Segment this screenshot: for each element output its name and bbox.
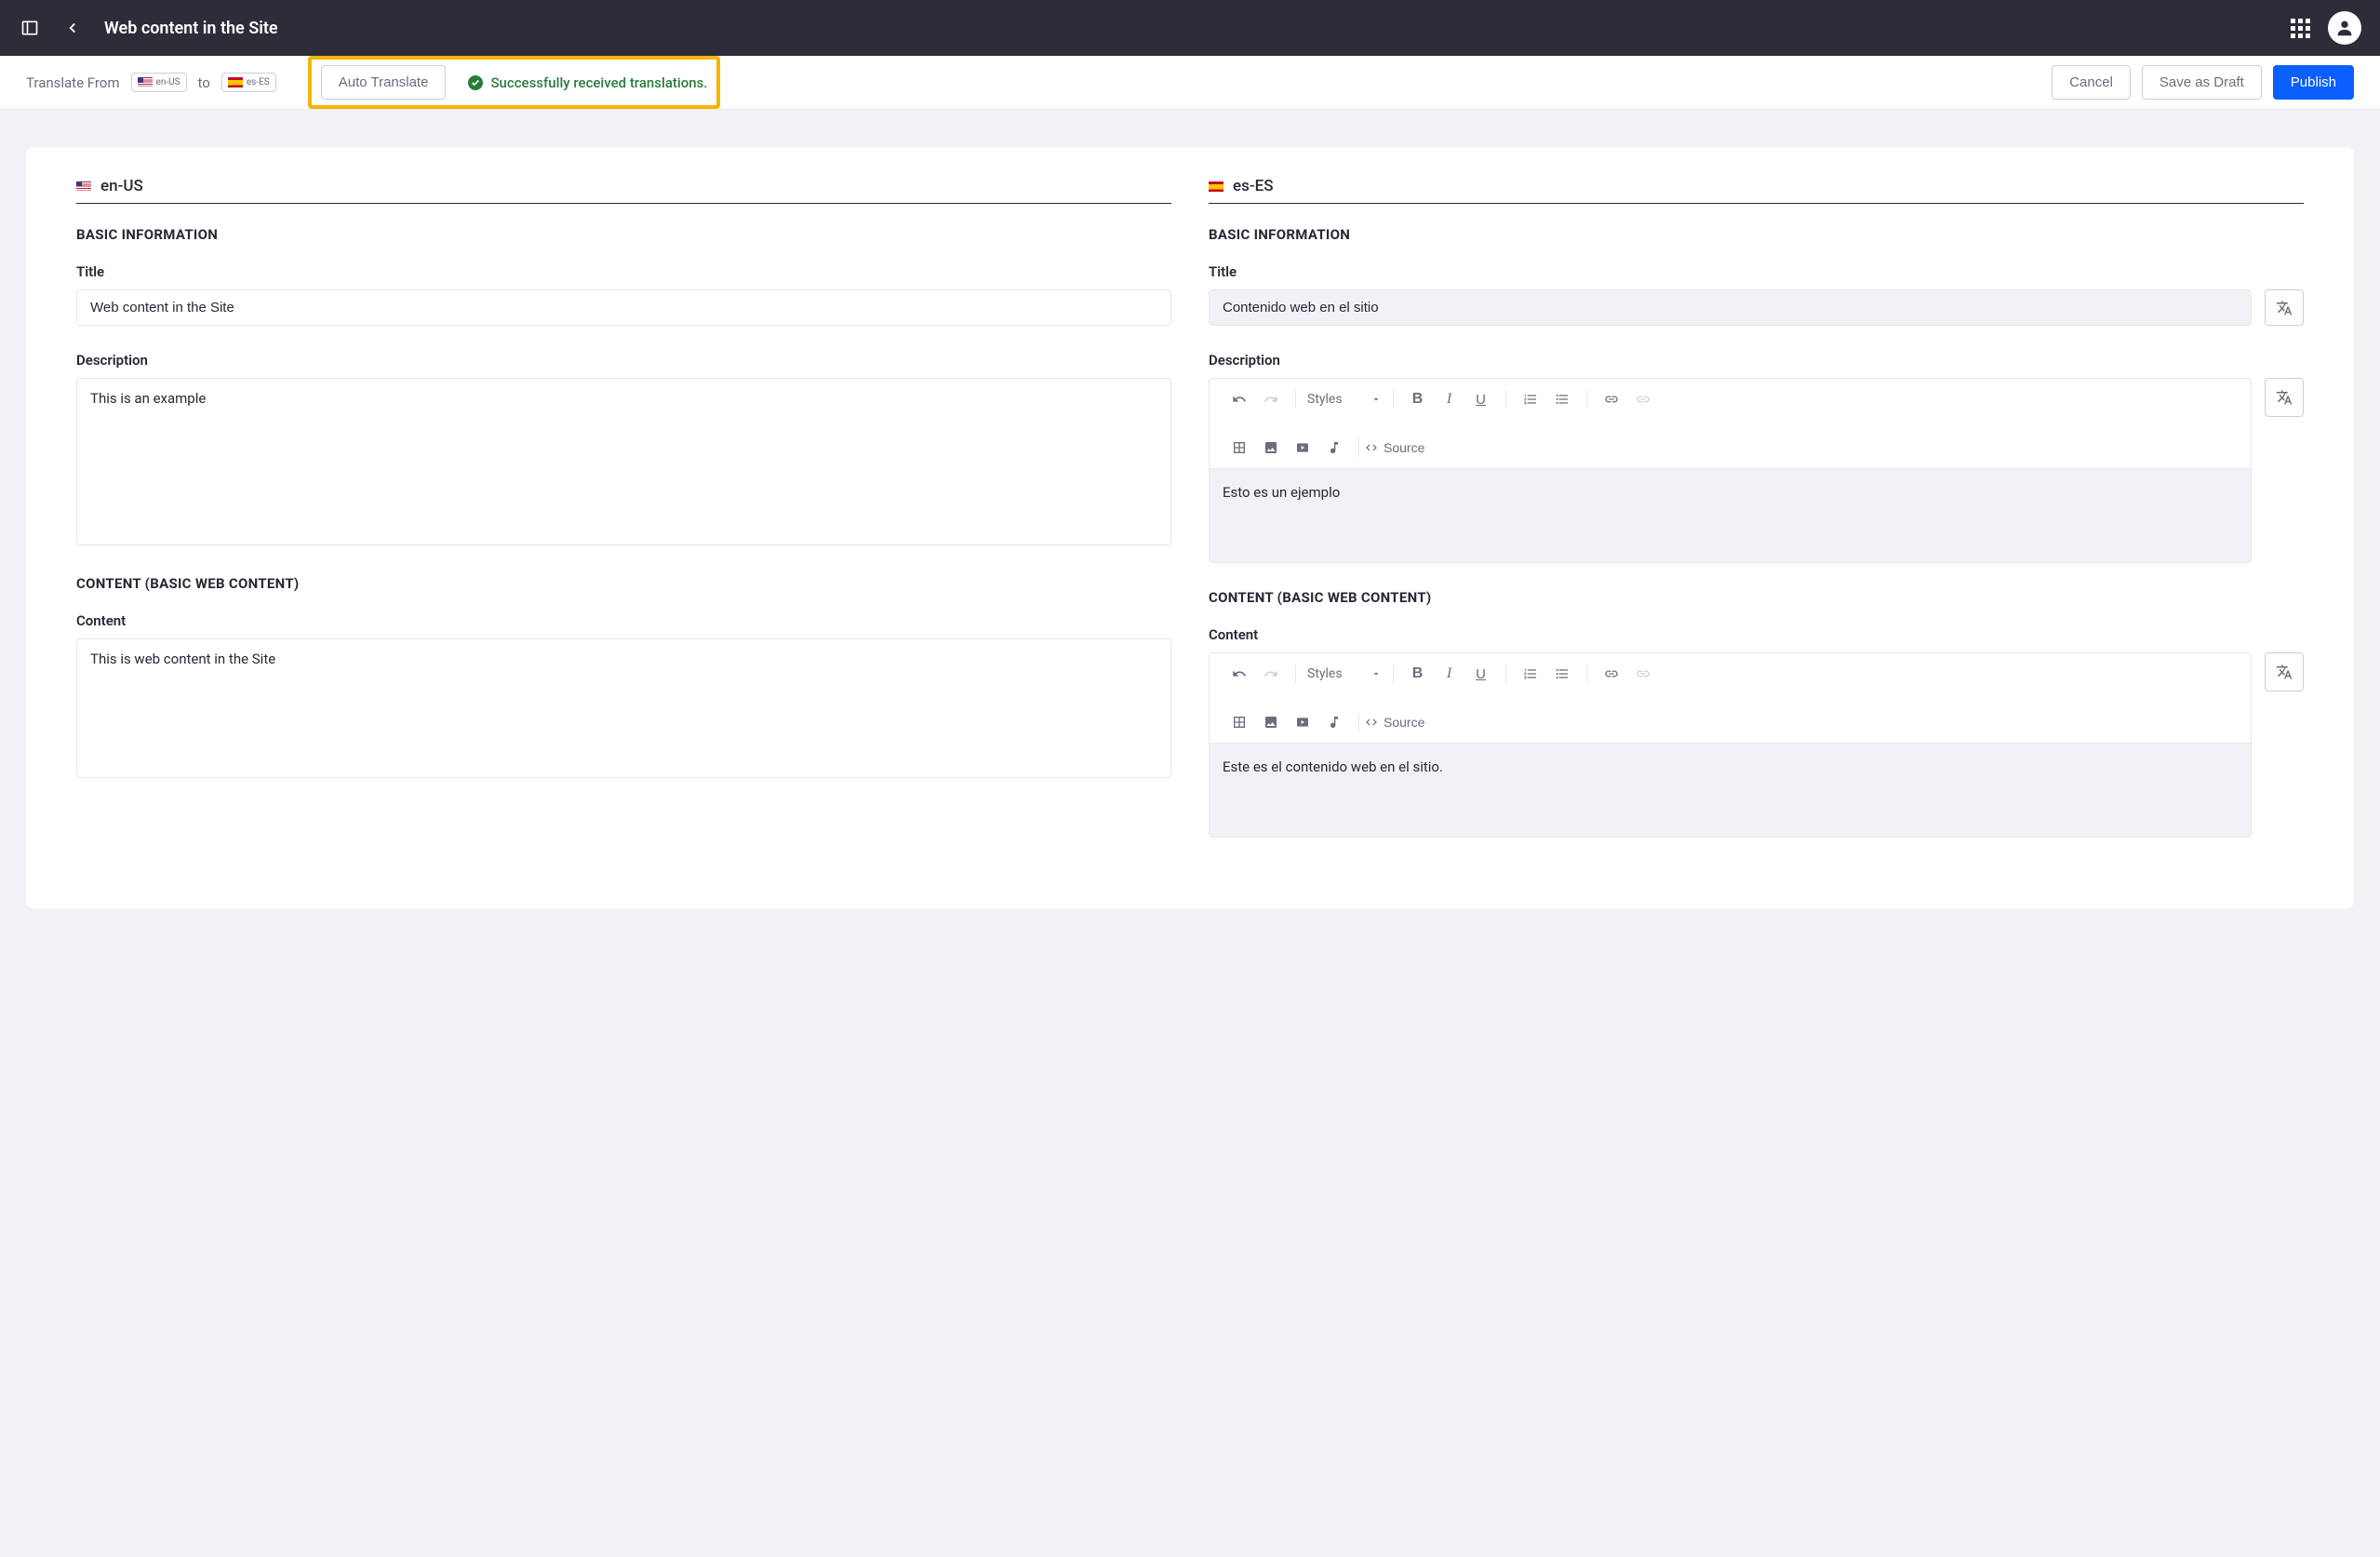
target-locale-chip[interactable]: es-ES: [221, 73, 276, 92]
code-icon: [1365, 441, 1378, 454]
target-column: es-ES BASIC INFORMATION Title Descriptio…: [1209, 177, 2304, 864]
source-label: Source: [1384, 440, 1424, 455]
link-icon[interactable]: [1600, 663, 1623, 685]
back-icon[interactable]: [61, 17, 84, 39]
styles-dropdown[interactable]: Styles: [1302, 666, 1387, 681]
description-editor: Styles B I U: [1209, 378, 2252, 563]
panel-toggle-icon[interactable]: [19, 17, 41, 39]
to-label: to: [198, 74, 210, 91]
source-content-textarea: This is web content in the Site: [76, 638, 1171, 778]
avatar[interactable]: [2328, 11, 2361, 45]
success-message-text: Successfully received translations.: [490, 74, 707, 91]
source-label: Source: [1384, 715, 1424, 730]
bold-icon[interactable]: B: [1407, 388, 1429, 410]
ordered-list-icon[interactable]: [1519, 388, 1542, 410]
cancel-button[interactable]: Cancel: [2052, 65, 2131, 100]
unordered-list-icon[interactable]: [1551, 388, 1573, 410]
topbar: Web content in the Site: [0, 0, 2380, 56]
success-message: Successfully received translations.: [468, 74, 707, 91]
es-flag-icon: [1209, 181, 1223, 192]
redo-icon[interactable]: [1260, 663, 1282, 685]
target-title-input[interactable]: [1209, 289, 2252, 326]
target-locale-label: es-ES: [1233, 177, 1274, 195]
es-flag-icon: [228, 77, 243, 87]
field-label-title: Title: [1209, 263, 2304, 280]
auto-translate-button[interactable]: Auto Translate: [321, 65, 447, 100]
underline-icon[interactable]: U: [1470, 663, 1492, 685]
source-title-input: [76, 289, 1171, 326]
source-description-textarea: This is an example: [76, 378, 1171, 545]
target-column-header: es-ES: [1209, 177, 2304, 204]
bold-icon[interactable]: B: [1407, 663, 1429, 685]
field-label-title: Title: [76, 263, 1171, 280]
redo-icon[interactable]: [1260, 388, 1282, 410]
video-icon[interactable]: [1291, 711, 1314, 733]
translate-field-button[interactable]: [2265, 289, 2304, 326]
editor-toolbar: Styles B I U: [1210, 653, 2251, 744]
page-title: Web content in the Site: [104, 19, 278, 38]
unordered-list-icon[interactable]: [1551, 663, 1573, 685]
target-locale-text: es-ES: [247, 77, 270, 87]
translate-from-label: Translate From: [26, 74, 120, 91]
table-icon[interactable]: [1228, 436, 1250, 459]
description-editor-body[interactable]: Esto es un ejemplo: [1210, 469, 2251, 562]
check-circle-icon: [468, 75, 483, 90]
source-button[interactable]: Source: [1365, 715, 1424, 730]
link-icon[interactable]: [1600, 388, 1623, 410]
ordered-list-icon[interactable]: [1519, 663, 1542, 685]
field-label-content: Content: [1209, 626, 2304, 643]
source-column-header: en-US: [76, 177, 1171, 204]
section-title-basic-info: BASIC INFORMATION: [76, 226, 1171, 243]
section-title-content: CONTENT (BASIC WEB CONTENT): [76, 575, 1171, 592]
field-label-content: Content: [76, 612, 1171, 629]
auto-translate-highlight: Auto Translate Successfully received tra…: [308, 56, 721, 109]
field-label-description: Description: [1209, 352, 2304, 369]
source-column: en-US BASIC INFORMATION Title Descriptio…: [76, 177, 1171, 864]
video-icon[interactable]: [1291, 436, 1314, 459]
source-locale-label: en-US: [100, 177, 143, 195]
chevron-down-icon: [1371, 394, 1382, 405]
image-icon[interactable]: [1260, 711, 1282, 733]
undo-icon[interactable]: [1228, 388, 1250, 410]
content-editor-body[interactable]: Este es el contenido web en el sitio.: [1210, 744, 2251, 837]
styles-label: Styles: [1307, 392, 1343, 407]
toolbar: Translate From en-US to es-ES Auto Trans…: [0, 56, 2380, 110]
italic-icon[interactable]: I: [1438, 663, 1461, 685]
unlink-icon[interactable]: [1632, 663, 1654, 685]
table-icon[interactable]: [1228, 711, 1250, 733]
publish-button[interactable]: Publish: [2273, 65, 2354, 100]
field-label-description: Description: [76, 352, 1171, 369]
styles-dropdown[interactable]: Styles: [1302, 392, 1387, 407]
section-title-basic-info: BASIC INFORMATION: [1209, 226, 2304, 243]
content-editor: Styles B I U: [1209, 652, 2252, 838]
source-button[interactable]: Source: [1365, 440, 1424, 455]
save-draft-button[interactable]: Save as Draft: [2142, 65, 2262, 100]
audio-icon[interactable]: [1323, 711, 1345, 733]
us-flag-icon: [138, 77, 153, 87]
code-icon: [1365, 716, 1378, 729]
audio-icon[interactable]: [1323, 436, 1345, 459]
underline-icon[interactable]: U: [1470, 388, 1492, 410]
translate-field-button[interactable]: [2265, 652, 2304, 691]
us-flag-icon: [76, 181, 91, 192]
source-locale-chip[interactable]: en-US: [131, 73, 187, 92]
section-title-content: CONTENT (BASIC WEB CONTENT): [1209, 589, 2304, 606]
chevron-down-icon: [1371, 668, 1382, 679]
apps-icon[interactable]: [2289, 17, 2311, 39]
editor-toolbar: Styles B I U: [1210, 379, 2251, 469]
translation-panel: en-US BASIC INFORMATION Title Descriptio…: [26, 147, 2354, 908]
unlink-icon[interactable]: [1632, 388, 1654, 410]
image-icon[interactable]: [1260, 436, 1282, 459]
styles-label: Styles: [1307, 666, 1343, 681]
main: en-US BASIC INFORMATION Title Descriptio…: [0, 110, 2380, 946]
translate-field-button[interactable]: [2265, 378, 2304, 417]
undo-icon[interactable]: [1228, 663, 1250, 685]
italic-icon[interactable]: I: [1438, 388, 1461, 410]
source-locale-text: en-US: [156, 77, 181, 87]
